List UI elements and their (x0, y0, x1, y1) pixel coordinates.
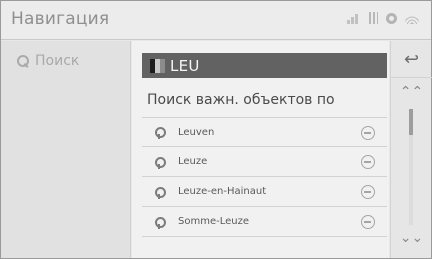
wifi-icon (405, 12, 419, 24)
scrollbar-thumb[interactable] (409, 109, 413, 135)
result-item-label: Leuven (178, 126, 215, 138)
result-item-label: Somme-Leuze (178, 216, 249, 227)
control-column: ↩ ⌃⌃ ⌄⌄ (390, 41, 432, 258)
scroll-down-button[interactable]: ⌄⌄ (391, 227, 432, 249)
storage-bars-icon (369, 12, 378, 24)
result-item-label: Leuze-en-Hainaut (178, 186, 267, 197)
app-title: Навигация (11, 9, 110, 29)
result-item-somme-leuze[interactable]: Somme-Leuze (142, 207, 387, 237)
result-item-leuze[interactable]: Leuze (142, 147, 387, 177)
location-pin-icon (152, 156, 166, 169)
double-chevron-down-icon: ⌄⌄ (399, 230, 424, 246)
signal-icon (347, 12, 361, 24)
double-chevron-up-icon: ⌃⌃ (399, 84, 424, 100)
results-list: Leuven Leuze Leuze-en-Hainaut Somme-Leuz… (142, 117, 387, 237)
back-icon: ↩ (403, 48, 420, 70)
location-pin-icon (152, 186, 166, 199)
remove-icon[interactable] (361, 126, 375, 140)
status-icons (347, 12, 419, 24)
location-pin-icon (152, 216, 166, 229)
flag-icon (150, 58, 165, 73)
result-item-leuven[interactable]: Leuven (142, 117, 387, 147)
search-icon (17, 55, 29, 67)
remove-icon[interactable] (361, 185, 375, 199)
search-input-value: LEU (170, 56, 200, 75)
results-title: Поиск важн. объектов по (147, 92, 335, 108)
navigation-screen: Навигация Поиск LEU Поиск важн. объектов… (0, 0, 432, 259)
status-bar: Навигация (1, 1, 431, 40)
search-label: Поиск (35, 53, 80, 69)
remove-icon[interactable] (361, 215, 375, 229)
result-item-leuze-en-hainaut[interactable]: Leuze-en-Hainaut (142, 177, 387, 207)
settings-icon (386, 12, 397, 24)
search-button[interactable]: Поиск (17, 53, 79, 69)
search-input[interactable]: LEU (142, 53, 387, 78)
location-pin-icon (152, 127, 166, 139)
back-button[interactable]: ↩ (391, 41, 432, 78)
remove-icon[interactable] (361, 155, 375, 169)
result-item-label: Leuze (178, 156, 208, 167)
scroll-up-button[interactable]: ⌃⌃ (391, 81, 432, 103)
sidebar: Поиск (1, 41, 131, 258)
search-results-panel: LEU Поиск важн. объектов по Leuven Leuze… (132, 41, 389, 258)
